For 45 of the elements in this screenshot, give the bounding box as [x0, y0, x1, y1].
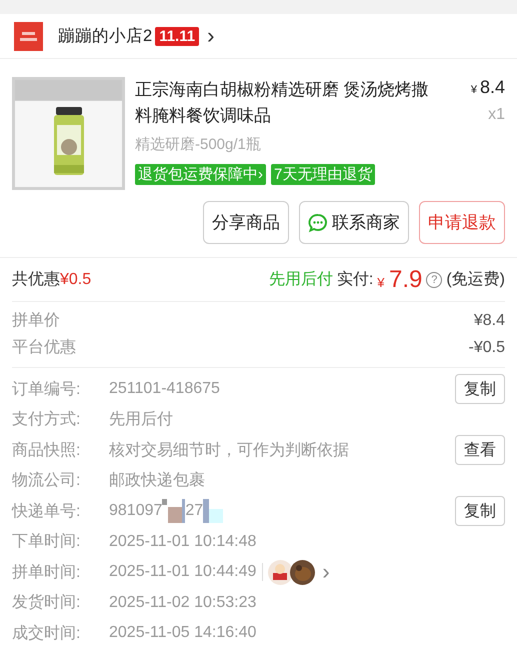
share-button[interactable]: 分享商品	[203, 201, 289, 244]
price-label: 拼单价	[12, 311, 60, 331]
detail-label: 订单编号:	[12, 380, 82, 400]
view-button[interactable]: 查看	[455, 435, 505, 466]
detail-label: 成交时间:	[12, 624, 82, 644]
detail-label: 商品快照:	[12, 440, 82, 461]
detail-label: 物流公司:	[12, 470, 82, 492]
shop-name[interactable]: 蹦蹦的小店2	[58, 25, 152, 47]
redaction-mosaic-icon	[203, 499, 224, 524]
copy-button[interactable]: 复制	[455, 496, 505, 526]
detail-label: 发货时间:	[12, 592, 82, 614]
shipping-note: (免运费)	[446, 270, 505, 290]
price-value: ¥8.4	[474, 311, 505, 331]
detail-value: 2025-11-01 10:14:48	[109, 532, 256, 551]
refund-button[interactable]: 申请退款	[419, 201, 505, 244]
detail-label: 支付方式:	[12, 410, 82, 430]
price-label: 平台优惠	[12, 338, 76, 358]
product-price: ¥ 8.4	[470, 77, 505, 98]
detail-value: 251101-418675	[109, 380, 220, 398]
paid-label: 实付:	[336, 270, 374, 290]
chat-icon	[308, 212, 328, 232]
total-discount: 共优惠¥0.5	[12, 270, 92, 290]
detail-value: 27	[185, 502, 204, 520]
promo-badge: 11.11	[155, 26, 200, 46]
detail-value: 先用后付	[109, 410, 173, 430]
detail-value: 2025-11-02 10:53:23	[109, 594, 256, 612]
chevron-icon[interactable]: ›	[322, 559, 330, 586]
product-spec: 精选研磨-500g/1瓶	[135, 135, 262, 154]
paid-amount: ¥ 7.9	[377, 266, 422, 294]
detail-value: 2025-11-05 14:16:40	[109, 624, 256, 642]
detail-label: 拼单时间:	[12, 562, 82, 583]
contact-seller-button[interactable]: 联系商家	[299, 201, 409, 244]
detail-value: 2025-11-01 10:44:49	[109, 563, 256, 582]
chevron-icon[interactable]: ›	[207, 26, 214, 46]
pay-later-label: 先用后付	[268, 270, 333, 290]
quantity: x1	[487, 106, 505, 124]
product-title[interactable]: 正宗海南白胡椒粉精选研磨 煲汤烧烤撒料腌料餐饮调味品	[135, 77, 433, 129]
detail-value: 邮政快递包裹	[109, 470, 205, 492]
detail-label: 快递单号:	[12, 502, 82, 522]
detail-value: 981097	[109, 502, 162, 520]
detail-value: 核对交易细节时，可作为判断依据	[109, 440, 349, 461]
copy-button[interactable]: 复制	[455, 374, 505, 404]
help-icon[interactable]: ?	[426, 272, 442, 288]
detail-label: 下单时间:	[12, 532, 82, 552]
price-value: -¥0.5	[468, 338, 505, 358]
